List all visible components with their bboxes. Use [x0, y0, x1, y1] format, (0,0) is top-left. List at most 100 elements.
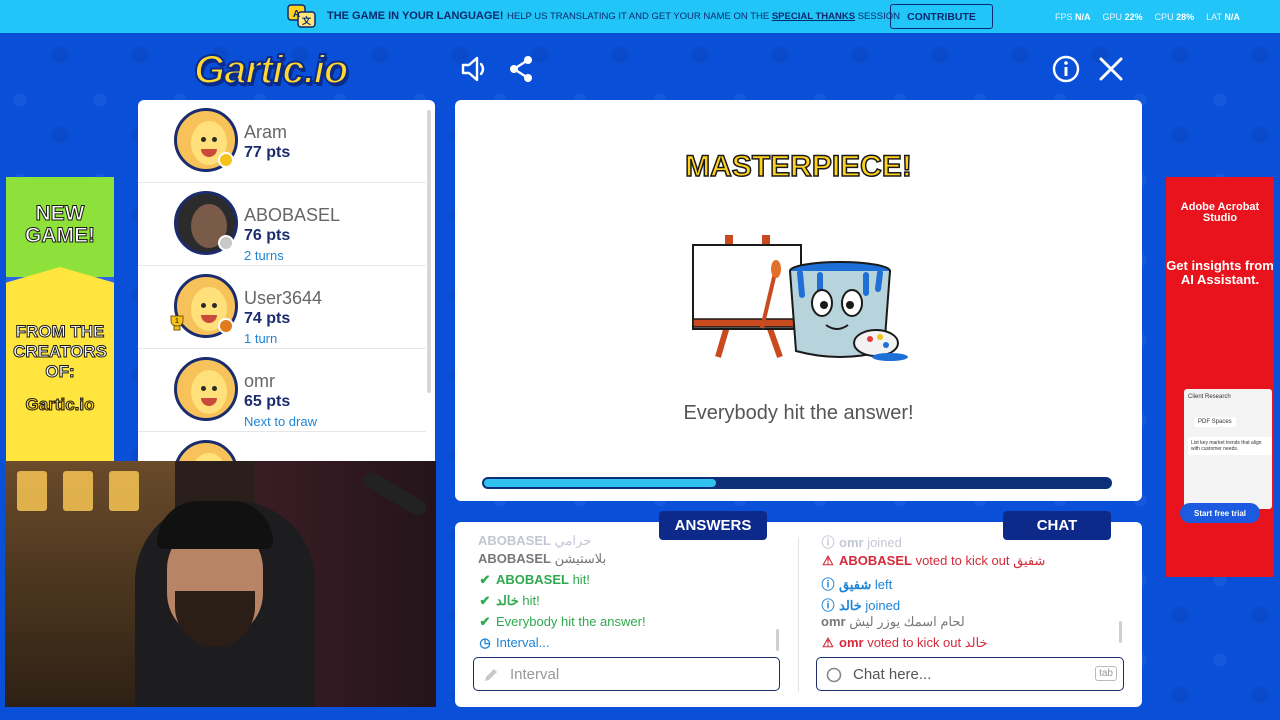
chat-message: omr لحام اسمك يوزر ليش: [821, 614, 965, 630]
ad-left-headline: NEW GAME!: [25, 202, 96, 247]
cpu-label: CPU: [1154, 12, 1174, 22]
answer-input-placeholder: Interval: [510, 666, 560, 683]
info-icon[interactable]: [1051, 54, 1081, 84]
player-row[interactable]: omr 65 pts Next to draw: [138, 349, 426, 432]
gartic-logo[interactable]: Gartic.io: [193, 47, 349, 93]
webcam-overlay: [5, 461, 436, 707]
answer-message: ✔ Everybody hit the answer!: [478, 614, 646, 630]
player-turns: 2 turns: [244, 248, 284, 263]
answers-scrollbar[interactable]: [776, 629, 779, 651]
status-dot: [218, 235, 234, 251]
info-circle-icon: ⓘ: [821, 598, 835, 613]
player-row[interactable]: Aram 77 pts: [138, 100, 426, 183]
players-scrollbar[interactable]: [427, 110, 431, 393]
message-text: hit!: [522, 593, 540, 608]
close-icon[interactable]: [1096, 54, 1126, 84]
ad-right-headline: Get insights from AI Assistant.: [1166, 258, 1274, 287]
banner-title: THE GAME IN YOUR LANGUAGE!: [327, 10, 504, 22]
chat-message: ⚠ ABOBASEL voted to kick out شفيق: [821, 553, 1045, 569]
player-row[interactable]: [138, 432, 426, 461]
gpu-value: 22%: [1124, 12, 1143, 22]
game-canvas-panel: MASTERPIECE! Everybody hit the answer!: [455, 100, 1142, 501]
chat-message: ⚠ omr voted to kick out خالد: [821, 635, 987, 651]
start-free-trial-button[interactable]: Start free trial: [1180, 503, 1260, 523]
lat-stat: LAT N/A: [1206, 12, 1240, 22]
status-dot: [218, 318, 234, 334]
tab-answers[interactable]: ANSWERS: [659, 511, 767, 540]
lat-label: LAT: [1206, 12, 1222, 22]
chat-scrollbar[interactable]: [1119, 621, 1122, 643]
status-dot: [218, 152, 234, 168]
performance-stats: FPS N/A GPU 22% CPU 28% LAT N/A: [1055, 12, 1240, 22]
contribute-button[interactable]: CONTRIBUTE: [890, 4, 993, 29]
message-user: ABOBASEL: [839, 553, 912, 568]
player-next-to-draw: Next to draw: [244, 414, 317, 429]
avatar-eye: [201, 303, 206, 308]
webcam-lamp: [109, 471, 139, 511]
avatar: [174, 357, 238, 421]
player-turns: 1 turn: [244, 331, 278, 346]
round-timer-fill: [484, 479, 716, 487]
svg-text:文: 文: [301, 15, 312, 26]
avatar-eye: [201, 137, 206, 142]
round-result-message: Everybody hit the answer!: [683, 402, 914, 424]
sound-icon[interactable]: [459, 54, 489, 84]
message-text: Everybody hit the answer!: [496, 614, 646, 629]
message-text: voted to kick out شفيق: [915, 553, 1046, 568]
info-circle-icon: ⓘ: [821, 535, 835, 550]
right-advertisement[interactable]: Adobe Acrobat Studio Get insights from A…: [1166, 177, 1274, 577]
answer-message: ✔ ABOBASEL hit!: [478, 572, 590, 588]
ad-card-text: List key market trends that align with c…: [1188, 437, 1272, 455]
message-user: ABOBASEL: [478, 533, 551, 548]
message-user: خالد: [839, 598, 862, 613]
fps-value: N/A: [1075, 12, 1091, 22]
player-name: omr: [244, 371, 275, 391]
chat-input-placeholder: Chat here...: [853, 666, 932, 683]
avatar-eye: [212, 303, 217, 308]
avatar-eye: [201, 386, 206, 391]
players-list: Aram 77 pts ABOBASEL 76 pts 2 turns 1 Us…: [138, 100, 435, 461]
chat-bubble-icon: [826, 667, 842, 683]
ad-right-title: Adobe Acrobat Studio: [1180, 201, 1260, 224]
warning-icon: ⚠: [822, 553, 834, 568]
cpu-value: 28%: [1176, 12, 1195, 22]
webcam-lamp: [17, 471, 47, 511]
avatar-face: [191, 370, 227, 414]
banner-text-prefix: HELP US TRANSLATING IT AND GET YOUR NAME…: [507, 11, 770, 22]
player-row[interactable]: ABOBASEL 76 pts 2 turns: [138, 183, 426, 266]
avatar-eye: [212, 386, 217, 391]
banner-text: HELP US TRANSLATING IT AND GET YOUR NAME…: [507, 11, 900, 22]
svg-text:A: A: [293, 9, 300, 20]
player-row[interactable]: 1 User3644 74 pts 1 turn: [138, 266, 426, 349]
message-user: ABOBASEL: [496, 572, 569, 587]
tab-chat[interactable]: CHAT: [1003, 511, 1111, 540]
message-user: خالد: [496, 593, 519, 608]
message-text: حرامي: [554, 533, 592, 548]
message-user: omr: [821, 614, 846, 629]
left-advertisement[interactable]: NEW GAME! FROM THE CREATORS OF: Gartic.i…: [6, 177, 114, 462]
answer-input[interactable]: Interval: [473, 657, 780, 691]
share-icon[interactable]: [506, 54, 536, 84]
answer-message: ABOBASEL حرامي: [478, 533, 591, 549]
ad-right-card: Client Research PDF Spaces List key mark…: [1184, 389, 1272, 509]
chat-message: ⓘ خالد joined: [821, 595, 900, 614]
message-user: omr: [839, 635, 864, 650]
ad-left-logo: Gartic.io: [25, 395, 95, 415]
message-user: شفيق: [839, 577, 872, 592]
pencil-icon: [485, 669, 497, 681]
info-circle-icon: ⓘ: [821, 577, 835, 592]
message-user: omr: [839, 535, 864, 550]
player-name: User3644: [244, 288, 323, 308]
ad-card-title: Client Research: [1188, 394, 1231, 400]
avatar: [174, 440, 238, 461]
chat-message: ⓘ شفيق left: [821, 574, 892, 593]
ad-card-chip: PDF Spaces: [1194, 417, 1236, 427]
translation-banner: A 文 THE GAME IN YOUR LANGUAGE! HELP US T…: [0, 0, 1280, 33]
special-thanks-link[interactable]: SPECIAL THANKS: [772, 11, 855, 22]
chat-input[interactable]: Chat here... tab: [816, 657, 1124, 691]
masterpiece-headline: MASTERPIECE!: [684, 149, 912, 184]
avatar-eye: [212, 137, 217, 142]
gpu-stat: GPU 22%: [1103, 12, 1143, 22]
trophy-icon: 1: [170, 315, 184, 331]
gpu-label: GPU: [1102, 12, 1123, 22]
